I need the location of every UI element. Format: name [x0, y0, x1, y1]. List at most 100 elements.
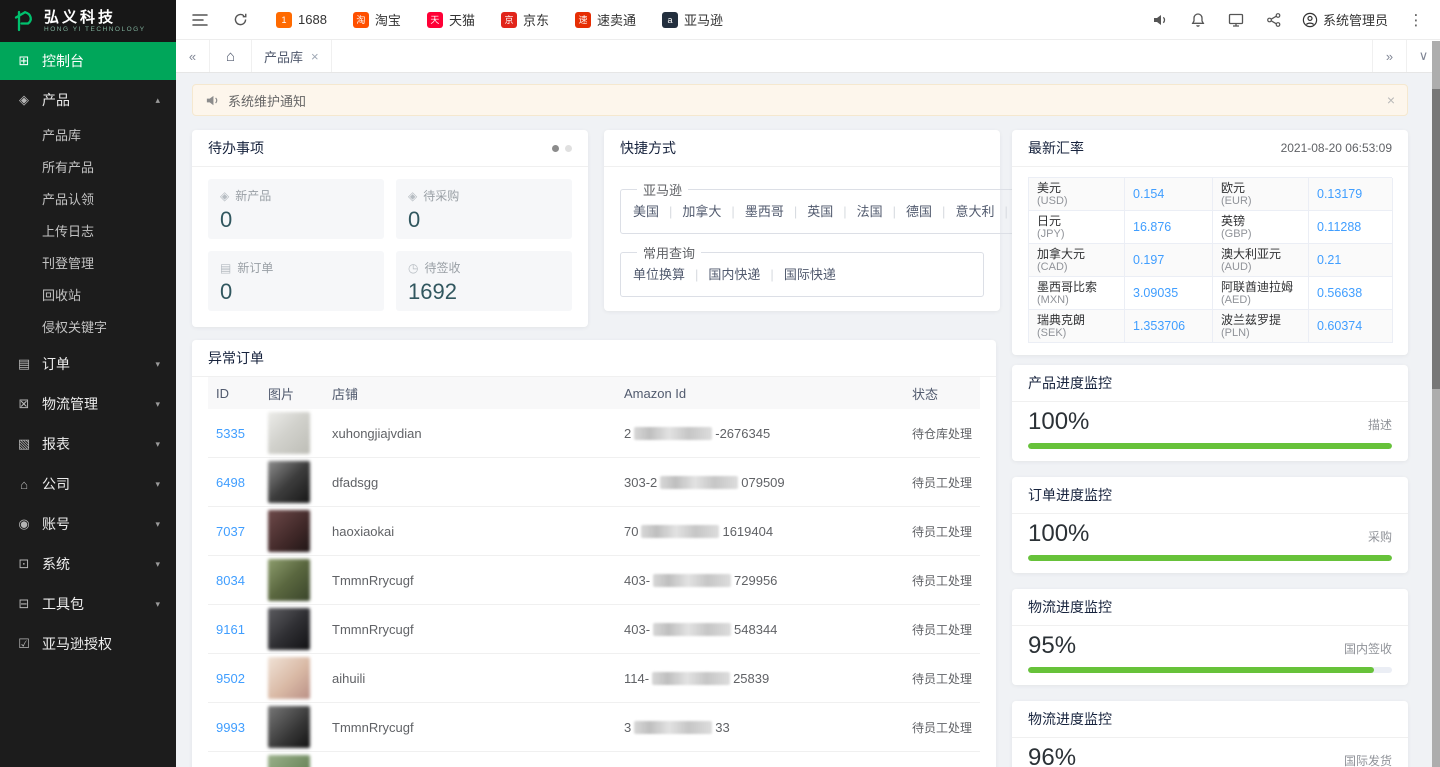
- sidebar-item[interactable]: ⊠ 物流管理 ▾: [0, 384, 176, 424]
- notice-text: 系统维护通知: [228, 91, 306, 110]
- censored-text: [652, 672, 730, 685]
- currency-name: 阿联酋迪拉姆(AED): [1213, 277, 1309, 310]
- table-row[interactable]: 8034 TmmnRrycugf 403-729956 待员工处理: [208, 556, 980, 605]
- tab-product-library[interactable]: 产品库 ×: [252, 40, 332, 72]
- sidebar-item-label: 报表: [42, 434, 70, 454]
- sidebar-item[interactable]: ◉ 账号 ▾: [0, 504, 176, 544]
- todo-stat[interactable]: ◷ 待签收 1692: [396, 251, 572, 311]
- order-id-link[interactable]: 8034: [208, 573, 260, 588]
- scrollbar-thumb[interactable]: [1432, 89, 1440, 389]
- order-id-link[interactable]: 6498: [208, 475, 260, 490]
- sidebar-subitem[interactable]: 侵权关键字: [0, 312, 176, 344]
- sidebar-item[interactable]: ⊟ 工具包 ▾: [0, 584, 176, 624]
- shortcut-link[interactable]: 美国: [633, 204, 659, 219]
- currency-name: 日元(JPY): [1029, 211, 1125, 244]
- table-row[interactable]: 5335 xuhongjiajvdian 2-2676345 待仓库处理: [208, 409, 980, 458]
- app-title: 弘义科技: [44, 9, 146, 26]
- store-link[interactable]: 京 京东: [501, 10, 549, 29]
- progress-fill: [1028, 667, 1374, 673]
- shortcut-link[interactable]: 法国: [833, 204, 882, 219]
- table-row[interactable]: [208, 752, 980, 767]
- sidebar-subitem[interactable]: 产品认领: [0, 184, 176, 216]
- table-row[interactable]: 6498 dfadsgg 303-2079509 待员工处理: [208, 458, 980, 507]
- rate-row: 墨西哥比索(MXN) 3.09035 阿联酋迪拉姆(AED) 0.56638: [1029, 277, 1392, 310]
- menu-item-icon: ☑: [16, 636, 32, 652]
- shortcut-link[interactable]: 国内快递: [685, 267, 760, 282]
- sidebar-subitem[interactable]: 所有产品: [0, 152, 176, 184]
- todo-stat[interactable]: ▤ 新订单 0: [208, 251, 384, 311]
- tab-home[interactable]: ⌂: [210, 40, 252, 72]
- shortcut-link[interactable]: 墨西哥: [721, 204, 783, 219]
- column-header: 图片: [260, 384, 324, 403]
- order-id-link[interactable]: 7037: [208, 524, 260, 539]
- sidebar-subitem[interactable]: 回收站: [0, 280, 176, 312]
- exchange-rates-card: 最新汇率 2021-08-20 06:53:09 美元(USD) 0.154 欧…: [1012, 130, 1408, 355]
- column-header: 状态: [904, 384, 980, 403]
- menu-item-icon: ▧: [16, 436, 32, 452]
- table-row[interactable]: 9161 TmmnRrycugf 403-548344 待员工处理: [208, 605, 980, 654]
- sidebar-item-console[interactable]: ⊞ 控制台: [0, 42, 176, 80]
- currency-name: 英镑(GBP): [1213, 211, 1309, 244]
- shortcut-link[interactable]: 英国: [784, 204, 833, 219]
- sidebar-item[interactable]: ☑ 亚马逊授权: [0, 624, 176, 664]
- scrollbar[interactable]: [1432, 41, 1440, 767]
- carousel-dot[interactable]: [552, 145, 559, 152]
- tab-close-icon[interactable]: ×: [311, 49, 319, 64]
- chevron-down-icon: ▾: [155, 479, 160, 490]
- screenshot-icon[interactable]: [1226, 10, 1246, 30]
- todo-stat[interactable]: ◈ 新产品 0: [208, 179, 384, 239]
- menu-fold-icon[interactable]: [190, 10, 210, 30]
- rate-row: 瑞典克朗(SEK) 1.353706 波兰兹罗提(PLN) 0.60374: [1029, 310, 1392, 343]
- order-id-link[interactable]: 9993: [208, 720, 260, 735]
- user-menu[interactable]: 系统管理员: [1302, 10, 1388, 29]
- table-row[interactable]: 9502 aihuili 114-25839 待员工处理: [208, 654, 980, 703]
- carousel-dot[interactable]: [565, 145, 572, 152]
- sidebar-item-label: 控制台: [42, 51, 84, 71]
- progress-card: 产品进度监控 100% 描述: [1012, 365, 1408, 461]
- order-id-link[interactable]: 5335: [208, 426, 260, 441]
- tabs-scroll-left-icon[interactable]: «: [176, 40, 210, 72]
- more-menu-icon[interactable]: ⋮: [1406, 10, 1426, 30]
- progress-label: 描述: [1368, 416, 1392, 433]
- order-id-link[interactable]: 9502: [208, 671, 260, 686]
- shortcut-link[interactable]: 意大利: [932, 204, 994, 219]
- sidebar-item[interactable]: ⊡ 系统 ▾: [0, 544, 176, 584]
- group-legend: 亚马逊: [637, 180, 688, 199]
- store-link[interactable]: a 亚马逊: [662, 10, 723, 29]
- refresh-icon[interactable]: [230, 10, 250, 30]
- sidebar-subitem[interactable]: 产品库: [0, 120, 176, 152]
- store-link[interactable]: 速 速卖通: [575, 10, 636, 29]
- shortcut-link[interactable]: 加拿大: [659, 204, 721, 219]
- currency-name: 墨西哥比索(MXN): [1029, 277, 1125, 310]
- sidebar-item[interactable]: ▤ 订单 ▾: [0, 344, 176, 384]
- sidebar-subitem[interactable]: 刊登管理: [0, 248, 176, 280]
- table-row[interactable]: 9993 TmmnRrycugf 333 待员工处理: [208, 703, 980, 752]
- sidebar-item-label: 公司: [42, 474, 70, 494]
- sidebar-subitem[interactable]: 上传日志: [0, 216, 176, 248]
- bell-icon[interactable]: [1188, 10, 1208, 30]
- amazon-id: 114-25839: [616, 671, 904, 686]
- notice-close-icon[interactable]: ×: [1387, 92, 1395, 108]
- progress-label: 国际发货: [1344, 752, 1392, 767]
- order-id-link[interactable]: 9161: [208, 622, 260, 637]
- main-content: 系统维护通知 × 待办事项 ◈ 新产品 0: [176, 73, 1440, 767]
- tabs-scroll-right-icon[interactable]: »: [1372, 40, 1406, 72]
- sidebar-item[interactable]: ⌂ 公司 ▾: [0, 464, 176, 504]
- table-row[interactable]: 7037 haoxiaokai 701619404 待员工处理: [208, 507, 980, 556]
- sidebar-item[interactable]: ▧ 报表 ▾: [0, 424, 176, 464]
- sidebar-item-product[interactable]: ◈ 产品 ▴: [0, 80, 176, 120]
- volume-icon[interactable]: [1150, 10, 1170, 30]
- share-icon[interactable]: [1264, 10, 1284, 30]
- store-link[interactable]: 1 1688: [276, 12, 327, 28]
- order-status: 待员工处理: [904, 523, 980, 540]
- shortcut-link[interactable]: 国际快递: [760, 267, 835, 282]
- shortcut-link[interactable]: 单位换算: [633, 267, 685, 282]
- todo-stat[interactable]: ◈ 待采购 0: [396, 179, 572, 239]
- currency-name: 加拿大元(CAD): [1029, 244, 1125, 277]
- store-link[interactable]: 天 天猫: [427, 10, 475, 29]
- abnormal-orders-card: 异常订单 ID 图片 店铺 Amazon Id 状态 5335 xuhongji…: [192, 340, 996, 767]
- store-link[interactable]: 淘 淘宝: [353, 10, 401, 29]
- progress-percent: 96%: [1028, 744, 1076, 767]
- shortcut-link[interactable]: 德国: [883, 204, 932, 219]
- todo-card: 待办事项 ◈ 新产品 0 ◈ 待采购: [192, 130, 588, 327]
